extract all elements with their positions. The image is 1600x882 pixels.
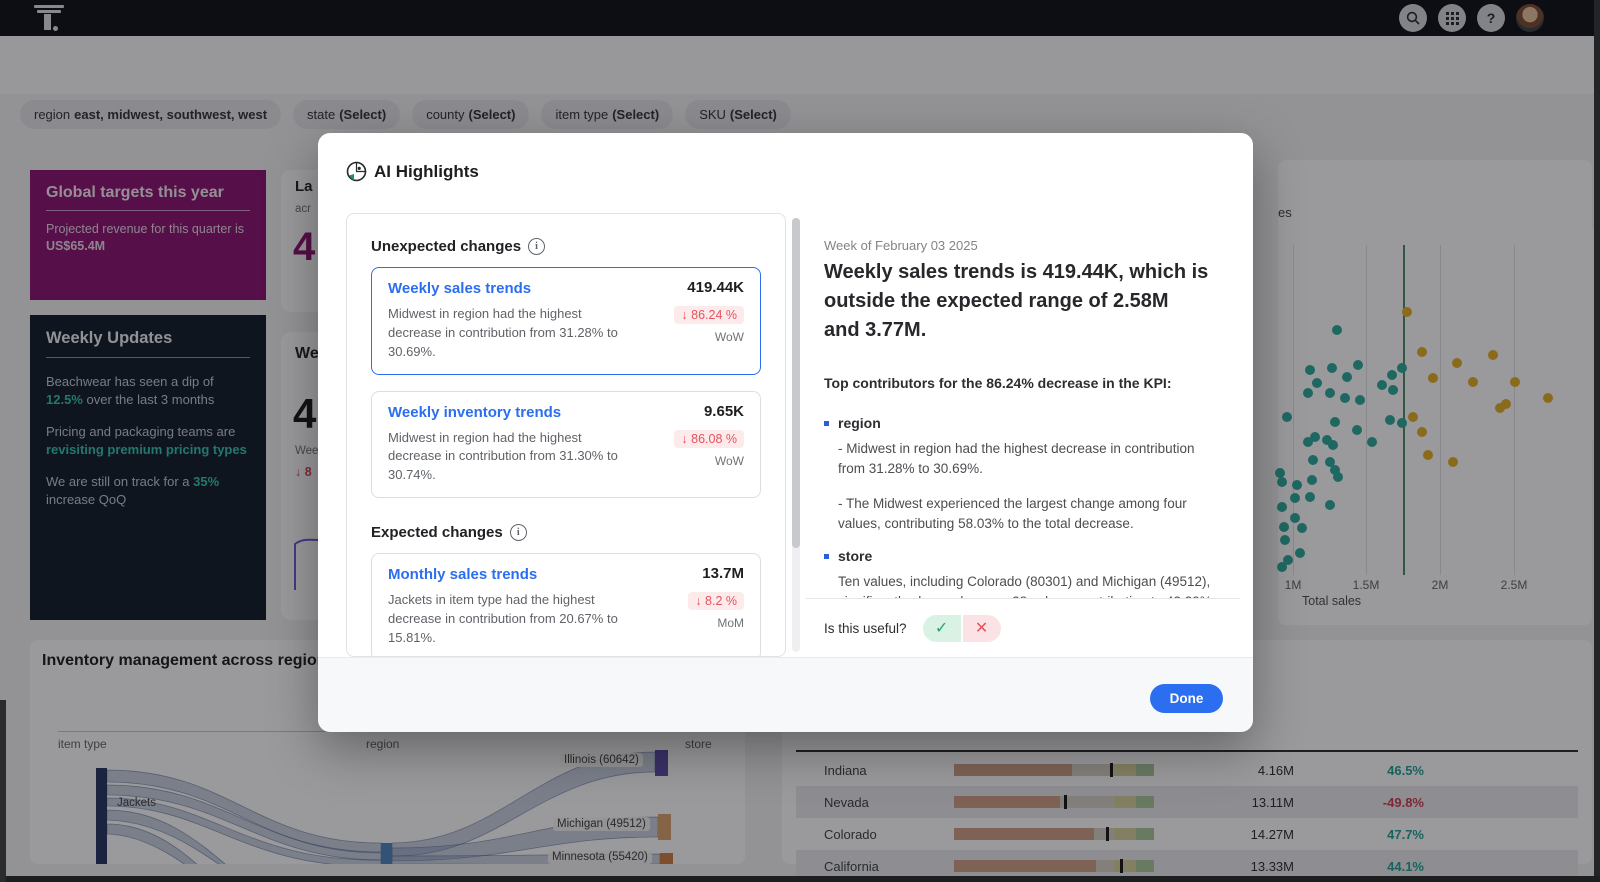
detail-contributors-label: Top contributors for the 86.24% decrease… xyxy=(824,375,1171,391)
thumbs-up-button[interactable]: ✓ xyxy=(923,615,961,642)
anomaly-card-desc: Midwest in region had the highest decrea… xyxy=(388,429,638,486)
anomaly-card[interactable]: Monthly sales trends Jackets in item type… xyxy=(371,553,761,657)
anomaly-card-value: 9.65K xyxy=(704,403,744,420)
modal-footer xyxy=(318,657,1253,732)
ai-highlights-modal: AI Highlights Unexpected changesi Weekly… xyxy=(318,133,1253,731)
screen-edge-left xyxy=(0,700,6,882)
screen-edge-bottom xyxy=(0,876,1600,882)
detail-headline: Weekly sales trends is 419.44K, which is… xyxy=(824,258,1209,345)
ai-highlights-icon xyxy=(346,161,367,182)
anomaly-card-period: WoW xyxy=(715,330,744,344)
detail-week-label: Week of February 03 2025 xyxy=(824,238,978,253)
anomaly-card-desc: Jackets in item type had the highest dec… xyxy=(388,591,638,648)
anomaly-card-delta-badge: ↓ 8.2 % xyxy=(688,592,744,610)
bullet-icon xyxy=(824,554,829,559)
modal-scrollbar-thumb[interactable] xyxy=(792,218,800,548)
contributor-term-label: store xyxy=(838,548,872,564)
anomaly-card-title[interactable]: Monthly sales trends xyxy=(388,566,744,583)
contributor-line: - The Midwest experienced the largest ch… xyxy=(838,494,1219,535)
anomaly-card-period: MoM xyxy=(717,616,744,630)
section-expected: Expected changesi xyxy=(371,524,761,541)
done-button[interactable]: Done xyxy=(1150,684,1223,713)
contributor-term: store xyxy=(824,548,1219,564)
app-root: ? ✓ Global Retail Apparel Sales i ★ Sale… xyxy=(0,0,1600,882)
anomaly-card-desc: Midwest in region had the highest decrea… xyxy=(388,305,638,362)
thumbs-down-button[interactable]: ✕ xyxy=(963,615,1001,642)
modal-title: AI Highlights xyxy=(374,162,479,182)
section-unexpected: Unexpected changesi xyxy=(371,238,761,255)
anomaly-card-delta-badge: ↓ 86.24 % xyxy=(674,306,744,324)
anomaly-card-title[interactable]: Weekly inventory trends xyxy=(388,404,744,421)
anomaly-card[interactable]: Weekly inventory trends Midwest in region… xyxy=(371,391,761,499)
contributor-term: region xyxy=(824,415,1219,431)
bullet-icon xyxy=(824,421,829,426)
anomaly-card-delta-badge: ↓ 86.08 % xyxy=(674,430,744,448)
screen-edge-right xyxy=(1594,0,1600,882)
contributor-term-label: region xyxy=(838,415,881,431)
feedback-question: Is this useful? xyxy=(824,621,907,636)
contributor-line: - Midwest in region had the highest decr… xyxy=(838,439,1219,480)
feedback-bar: Is this useful? ✓ ✕ xyxy=(806,598,1240,657)
anomaly-card-period: WoW xyxy=(715,454,744,468)
anomaly-card[interactable]: Weekly sales trendsMidwest in region had… xyxy=(371,267,761,375)
anomaly-list-panel: Unexpected changesi Weekly sales trendsM… xyxy=(346,213,786,657)
info-icon[interactable]: i xyxy=(510,524,527,541)
anomaly-detail-panel: Week of February 03 2025 Weekly sales tr… xyxy=(806,213,1240,657)
anomaly-card-value: 419.44K xyxy=(687,279,744,296)
info-icon[interactable]: i xyxy=(528,238,545,255)
anomaly-card-value: 13.7M xyxy=(702,565,744,582)
